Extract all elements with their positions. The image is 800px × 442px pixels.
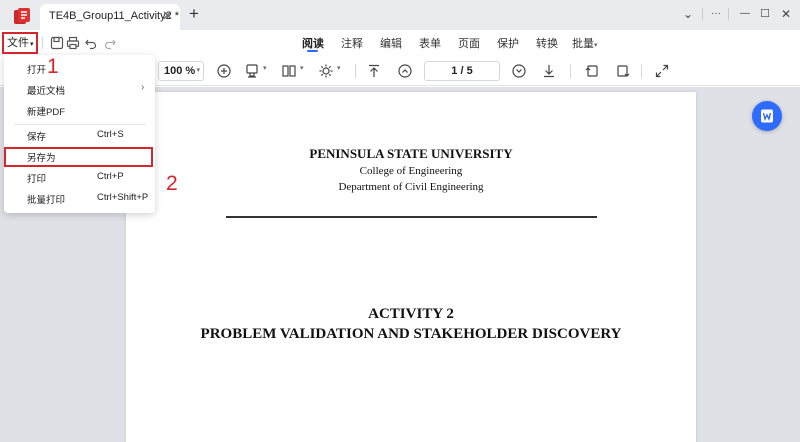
divider [42,37,43,49]
tab-read[interactable]: 阅读 [302,35,324,51]
redo-icon[interactable] [103,36,117,50]
word-icon [761,109,773,123]
menu-item-save[interactable]: 保存 Ctrl+S [4,125,155,146]
menu-item-shortcut: Ctrl+Shift+P [97,192,149,203]
zoom-select[interactable]: 100 % ▾ [158,61,204,81]
page-number-input[interactable]: 1 / 5 [424,61,500,81]
divider [702,8,703,20]
menu-item-label: 打印 [27,174,47,185]
tab-protect[interactable]: 保护 [497,35,519,51]
app-logo-icon [14,8,30,24]
menu-item-label: 保存 [27,132,47,143]
annotation-step-2: 2 [166,172,178,195]
caret-down-icon[interactable]: ▾ [300,64,304,72]
document-university: PENINSULA STATE UNIVERSITY [309,146,513,161]
caret-down-icon: ▾ [196,67,200,74]
caret-down-icon[interactable]: ▾ [263,64,267,72]
divider [570,64,571,78]
maximize-icon[interactable]: ☐ [757,6,773,22]
tab-form[interactable]: 表单 [419,35,441,51]
document-tab[interactable]: TE4B_Group11_Activity2 * ✕ [40,4,180,30]
total-pages: 5 [466,65,473,77]
tab-batch-label: 批量 [572,38,594,50]
menu-item-label: 最近文档 [27,86,66,97]
tab-annotate[interactable]: 注释 [341,35,363,51]
zoom-value: 100 % [164,65,196,77]
tab-batch[interactable]: 批量▾ [572,35,598,51]
new-tab-icon[interactable]: + [189,4,199,24]
caret-down-icon[interactable]: ▾ [337,64,341,72]
stamp-icon[interactable] [244,63,260,79]
chevron-right-icon: › [141,82,145,93]
menu-item-recent-documents[interactable]: 最近文档 › [4,79,155,100]
tab-page[interactable]: 页面 [458,35,480,51]
document-activity-title: ACTIVITY 2 [368,306,454,322]
pdf-page: PENINSULA STATE UNIVERSITY College of En… [126,92,696,442]
annotation-highlight-file-menu [2,32,38,54]
chevron-down-icon[interactable]: ⌄ [680,6,696,22]
annotation-highlight-save-as [4,147,153,167]
divider [641,64,642,78]
brightness-icon[interactable] [318,63,334,79]
divider [355,64,356,78]
more-icon[interactable]: ··· [707,6,725,22]
menu-item-shortcut: Ctrl+P [97,171,124,182]
menu-item-open[interactable]: 打开 [4,58,155,79]
menu-item-shortcut: Ctrl+S [97,129,124,140]
two-page-view-icon[interactable] [281,63,297,79]
last-page-icon[interactable] [541,63,557,79]
menu-bar: 文件▾ 阅读 注释 编辑 表单 页面 保护 转换 批量▾ [0,30,800,56]
rotate-left-icon[interactable] [584,63,600,79]
document-tab-title: TE4B_Group11_Activity2 * [49,10,180,22]
zoom-in-icon[interactable] [216,63,232,79]
menu-item-batch-print[interactable]: 批量打印 Ctrl+Shift+P [4,188,155,209]
first-page-icon[interactable] [366,63,382,79]
menu-item-label: 新建PDF [27,107,66,118]
previous-page-icon[interactable] [397,63,413,79]
active-tab-indicator [307,50,318,52]
tab-convert[interactable]: 转换 [536,35,558,51]
title-bar: TE4B_Group11_Activity2 * ✕ + ⌄ ··· — ☐ ✕ [0,0,800,30]
menu-item-label: 批量打印 [27,195,66,206]
document-college: College of Engineering [359,165,463,177]
close-tab-icon[interactable]: ✕ [162,8,173,24]
next-page-icon[interactable] [511,63,527,79]
file-menu-dropdown: 打开 最近文档 › 新建PDF 保存 Ctrl+S 另存为 打印 Ctrl+P … [4,55,155,213]
fullscreen-icon[interactable] [654,63,670,79]
close-window-icon[interactable]: ✕ [778,6,794,22]
document-subtitle: PROBLEM VALIDATION AND STAKEHOLDER DISCO… [200,326,622,342]
print-icon[interactable] [66,36,80,50]
word-convert-button[interactable] [752,101,782,131]
caret-down-icon: ▾ [594,42,598,49]
document-rule [226,216,597,218]
vertical-scrollbar[interactable] [779,87,800,442]
document-department: Department of Civil Engineering [338,181,484,193]
menu-item-label: 打开 [27,65,47,76]
save-icon[interactable] [50,36,64,50]
annotation-step-1: 1 [47,55,59,78]
divider [728,8,729,20]
menu-item-print[interactable]: 打印 Ctrl+P [4,167,155,188]
current-page: 1 [451,65,458,77]
menu-item-new-pdf[interactable]: 新建PDF [4,100,155,121]
rotate-right-icon[interactable] [615,63,631,79]
minimize-icon[interactable]: — [737,6,753,22]
undo-icon[interactable] [84,36,98,50]
tab-edit[interactable]: 编辑 [380,35,402,51]
